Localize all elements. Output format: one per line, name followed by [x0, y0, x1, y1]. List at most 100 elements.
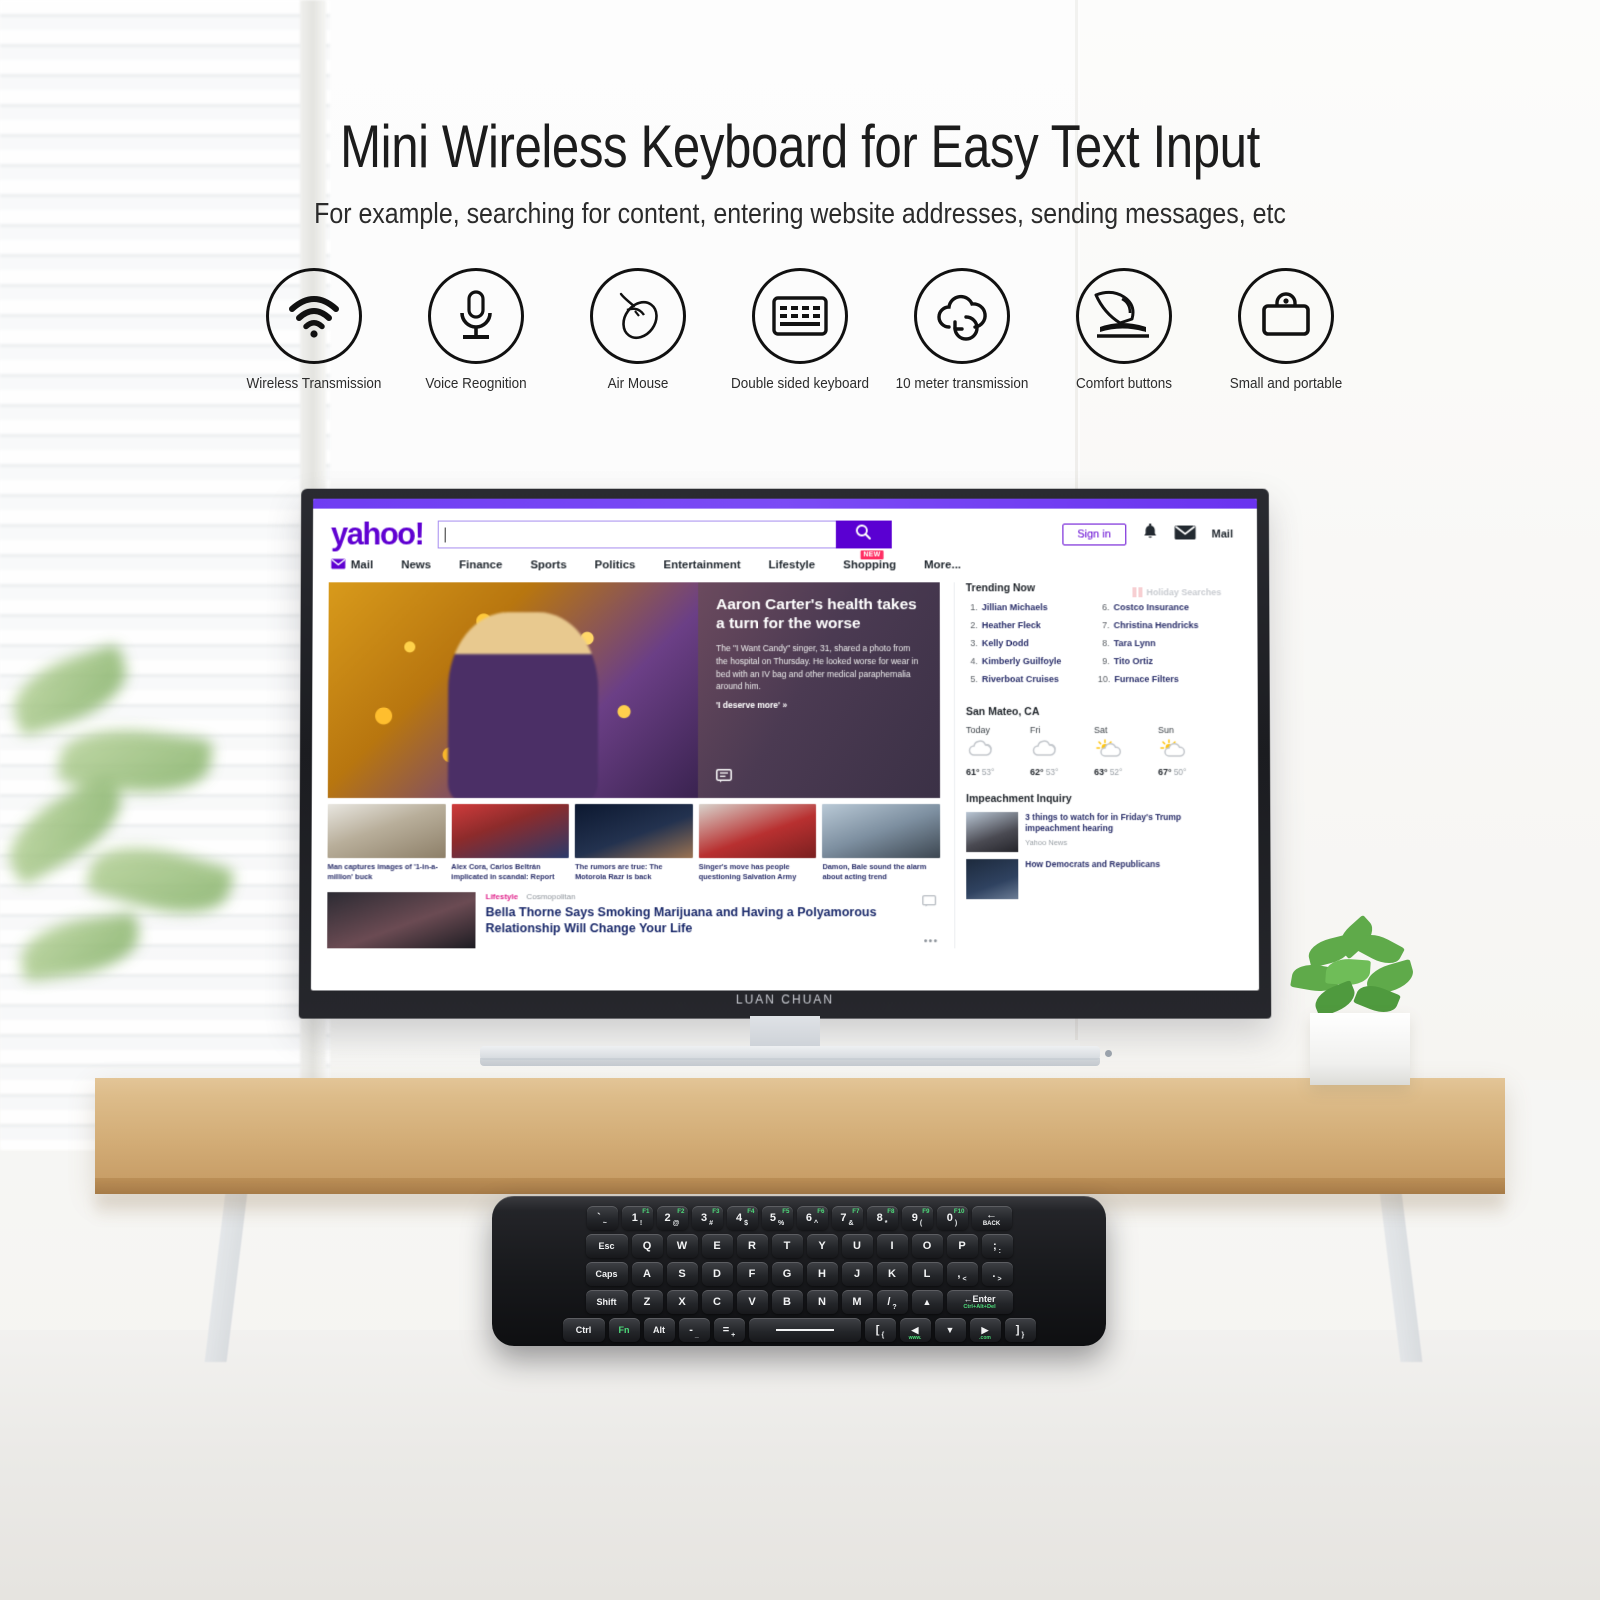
key-r[interactable]: R [736, 1234, 768, 1258]
weather-day[interactable]: Sat 63° 52° [1094, 725, 1158, 777]
key-g[interactable]: G [771, 1262, 803, 1286]
key-alt[interactable]: Alt [643, 1318, 675, 1342]
key-arrow-up[interactable]: ▲ [911, 1290, 943, 1314]
trending-item[interactable]: 6. Costco Insurance [1098, 602, 1222, 612]
trending-item[interactable]: 4. Kimberly Guilfoyle [966, 656, 1090, 666]
key-arrow-left[interactable]: ◀ www. [899, 1318, 931, 1342]
key-bracket-left[interactable]: [{ [864, 1318, 896, 1342]
thumbnail-card[interactable]: Singer's move has people questioning Sal… [699, 804, 817, 882]
key-k[interactable]: K [876, 1262, 908, 1286]
key-v[interactable]: V [736, 1290, 768, 1314]
key-6[interactable]: F6 6 ^ [796, 1206, 828, 1230]
impeachment-item[interactable]: How Democrats and Republicans [966, 859, 1222, 900]
trending-item[interactable]: 5. Riverboat Cruises [966, 674, 1090, 684]
key-x[interactable]: X [666, 1290, 698, 1314]
key-o[interactable]: O [911, 1234, 943, 1258]
search-input[interactable] [437, 520, 836, 549]
key-t[interactable]: T [771, 1234, 803, 1258]
key-space[interactable] [748, 1318, 861, 1342]
nav-item-politics[interactable]: Politics [581, 559, 650, 571]
thumbnail-card[interactable]: The rumors are true: The Motorola Razr i… [575, 804, 693, 882]
key-slash[interactable]: /? [876, 1290, 908, 1314]
weather-day[interactable]: Fri 62° 53° [1030, 725, 1094, 777]
nav-item-mail[interactable]: Mail [331, 558, 387, 572]
key-y[interactable]: Y [806, 1234, 838, 1258]
key-a[interactable]: A [631, 1262, 663, 1286]
key-b[interactable]: B [771, 1290, 803, 1314]
comment-icon[interactable] [922, 894, 936, 912]
key-h[interactable]: H [806, 1262, 838, 1286]
mini-wireless-keyboard[interactable]: ` ~ F1 1! F2 2 @ F3 3 # F4 4 $ F5 5% F6 6 ^ F7 7 & F8… [492, 1196, 1106, 1346]
trending-item[interactable]: 3. Kelly Dodd [966, 638, 1090, 648]
key-9[interactable]: F9 9( [901, 1206, 933, 1230]
key-caps[interactable]: Caps [585, 1262, 628, 1286]
weather-day[interactable]: Today 61° 53° [966, 725, 1030, 777]
key-l[interactable]: L [911, 1262, 943, 1286]
key-4[interactable]: F4 4 $ [726, 1206, 758, 1230]
nav-item-finance[interactable]: Finance [445, 559, 516, 571]
nav-item-entertainment[interactable]: Entertainment [649, 559, 754, 571]
key-e[interactable]: E [701, 1234, 733, 1258]
trending-item[interactable]: 10. Furnace Filters [1098, 674, 1222, 684]
key-fn[interactable]: Fn [608, 1318, 640, 1342]
key-backtick[interactable]: ` ~ [586, 1206, 618, 1230]
key-enter[interactable]: ←Enter Ctrl+Alt+Del [946, 1290, 1013, 1314]
nav-item-sports[interactable]: Sports [516, 559, 580, 571]
trending-item[interactable]: 8. Tara Lynn [1098, 638, 1222, 648]
key-w[interactable]: W [666, 1234, 698, 1258]
key-arrow-right[interactable]: ▶ .com [969, 1318, 1001, 1342]
key-3[interactable]: F3 3 # [691, 1206, 723, 1230]
key-shift[interactable]: Shift [585, 1290, 628, 1314]
nav-item-more[interactable]: More... [910, 559, 975, 571]
trending-item[interactable]: 9. Tito Ortiz [1098, 656, 1222, 666]
key-f[interactable]: F [736, 1262, 768, 1286]
thumbnail-card[interactable]: Alex Cora, Carlos Beltrán implicated in … [451, 804, 570, 882]
key-u[interactable]: U [841, 1234, 873, 1258]
key-i[interactable]: I [876, 1234, 908, 1258]
yahoo-logo[interactable]: yahoo! [331, 517, 424, 553]
story-card[interactable]: Lifestyle Cosmopolitan Bella Thorne Says… [327, 892, 940, 949]
sign-in-button[interactable]: Sign in [1062, 523, 1126, 546]
key-c[interactable]: C [701, 1290, 733, 1314]
key-5[interactable]: F5 5% [761, 1206, 793, 1230]
key-z[interactable]: Z [631, 1290, 663, 1314]
trending-item[interactable]: 7. Christina Hendricks [1098, 620, 1222, 630]
mail-label[interactable]: Mail [1212, 529, 1233, 541]
key-equals[interactable]: = + [713, 1318, 745, 1342]
hero-article[interactable]: Aaron Carter's health takes a turn for t… [327, 582, 941, 799]
search-button[interactable] [835, 520, 892, 549]
key-backspace[interactable]: ← BACK [971, 1206, 1012, 1230]
key-d[interactable]: D [701, 1262, 733, 1286]
key-7[interactable]: F7 7 & [831, 1206, 863, 1230]
key-n[interactable]: N [806, 1290, 838, 1314]
more-dots-icon[interactable]: ••• [924, 935, 939, 947]
holiday-searches-tab[interactable]: Holiday Searches [1132, 587, 1221, 598]
key-period[interactable]: . > [981, 1262, 1013, 1286]
key-comma[interactable]: , < [946, 1262, 978, 1286]
hero-link[interactable]: 'I deserve more' » [716, 700, 924, 710]
key-p[interactable]: P [946, 1234, 978, 1258]
key-m[interactable]: M [841, 1290, 873, 1314]
comment-icon[interactable] [715, 768, 732, 788]
impeachment-item[interactable]: 3 things to watch for in Friday's Trump … [966, 812, 1222, 853]
bell-icon[interactable] [1142, 523, 1158, 546]
weather-day[interactable]: Sun 67° 50° [1158, 725, 1222, 777]
thumbnail-card[interactable]: Man captures images of '1-in-a-million' … [327, 804, 446, 882]
key-0[interactable]: F10 0) [936, 1206, 968, 1230]
nav-item-lifestyle[interactable]: Lifestyle [755, 559, 830, 571]
key-1[interactable]: F1 1! [621, 1206, 653, 1230]
nav-item-shopping[interactable]: NEW Shopping [829, 550, 910, 571]
key-2[interactable]: F2 2 @ [656, 1206, 688, 1230]
key-bracket-right[interactable]: ]} [1004, 1318, 1036, 1342]
trending-item[interactable]: 1. Jillian Michaels [966, 602, 1090, 612]
mail-icon[interactable] [1174, 524, 1196, 545]
key-s[interactable]: S [666, 1262, 698, 1286]
key-semicolon[interactable]: ;: [981, 1234, 1013, 1258]
thumbnail-card[interactable]: Damon, Bale sound the alarm about acting… [822, 804, 941, 882]
key-q[interactable]: Q [631, 1234, 663, 1258]
key-8[interactable]: F8 8 * [866, 1206, 898, 1230]
nav-item-news[interactable]: News [387, 559, 445, 571]
key-esc[interactable]: Esc [585, 1234, 628, 1258]
key-arrow-down[interactable]: ▼ [934, 1318, 966, 1342]
key-j[interactable]: J [841, 1262, 873, 1286]
